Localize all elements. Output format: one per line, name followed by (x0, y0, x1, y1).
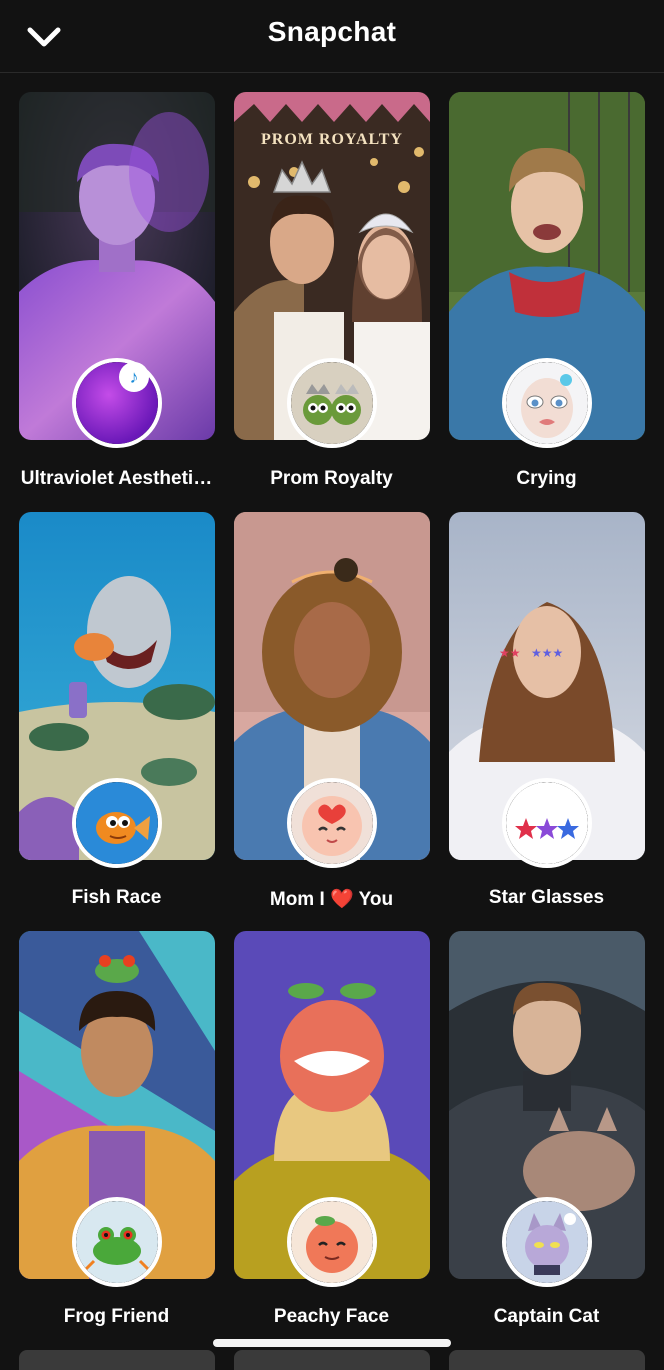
lens-label: Star Glasses (488, 887, 605, 908)
lens-label: Captain Cat (493, 1306, 600, 1327)
purple-gradient-icon (72, 358, 162, 448)
prom-royalty-faces-icon (287, 358, 377, 448)
svg-text:★★★: ★★★ (531, 646, 563, 660)
captain-cat-icon (502, 1197, 592, 1287)
lens-label: Ultraviolet Aestheti… (20, 468, 213, 489)
lens-label: Frog Friend (63, 1306, 170, 1327)
lens-card-peek (234, 1350, 430, 1370)
prom-banner-text: PROM ROYALTY (261, 131, 403, 148)
home-indicator[interactable] (213, 1339, 451, 1347)
svg-text:★★: ★★ (499, 646, 521, 660)
crying-face-icon (502, 358, 592, 448)
frog-icon (72, 1197, 162, 1287)
peach-face-icon (287, 1197, 377, 1287)
goldfish-icon (72, 778, 162, 868)
star-glasses-icon (502, 778, 592, 868)
lens-card-peek (19, 1350, 215, 1370)
lens-label: Prom Royalty (270, 468, 393, 489)
page-title: Snapchat (267, 16, 397, 47)
lens-label: Crying (516, 468, 577, 489)
heart-face-icon (287, 778, 377, 868)
lens-label: Fish Race (71, 887, 162, 908)
lens-label: Mom I ❤️ You (269, 889, 394, 910)
lens-label: Peachy Face (273, 1306, 390, 1327)
music-note-icon: ♪ (119, 362, 149, 392)
lens-card-peek (449, 1350, 645, 1370)
header-bar: Snapchat (0, 0, 664, 73)
